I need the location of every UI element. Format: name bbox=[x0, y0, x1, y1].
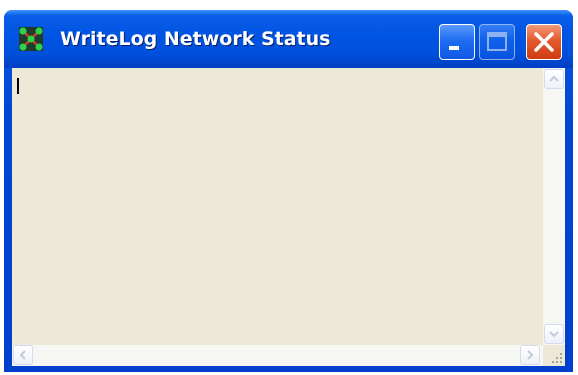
close-button[interactable] bbox=[526, 24, 562, 60]
text-caret bbox=[17, 78, 19, 94]
writelog-network-icon[interactable] bbox=[19, 27, 43, 51]
client-area bbox=[12, 68, 565, 366]
minimize-button[interactable] bbox=[439, 24, 475, 60]
scroll-left-button[interactable] bbox=[13, 345, 33, 365]
vertical-scrollbar[interactable] bbox=[543, 68, 565, 345]
status-text-area[interactable] bbox=[12, 68, 543, 345]
maximize-button[interactable] bbox=[479, 24, 515, 60]
resize-grip[interactable] bbox=[543, 345, 565, 366]
scroll-down-button[interactable] bbox=[544, 324, 564, 344]
horizontal-scrollbar[interactable] bbox=[12, 345, 543, 366]
scroll-right-button[interactable] bbox=[520, 345, 540, 365]
scroll-up-button[interactable] bbox=[544, 69, 564, 89]
window-title: WriteLog Network Status bbox=[60, 28, 331, 50]
title-bar[interactable]: WriteLog Network Status bbox=[4, 10, 573, 68]
writelog-network-status-window: WriteLog Network Status bbox=[4, 10, 573, 372]
